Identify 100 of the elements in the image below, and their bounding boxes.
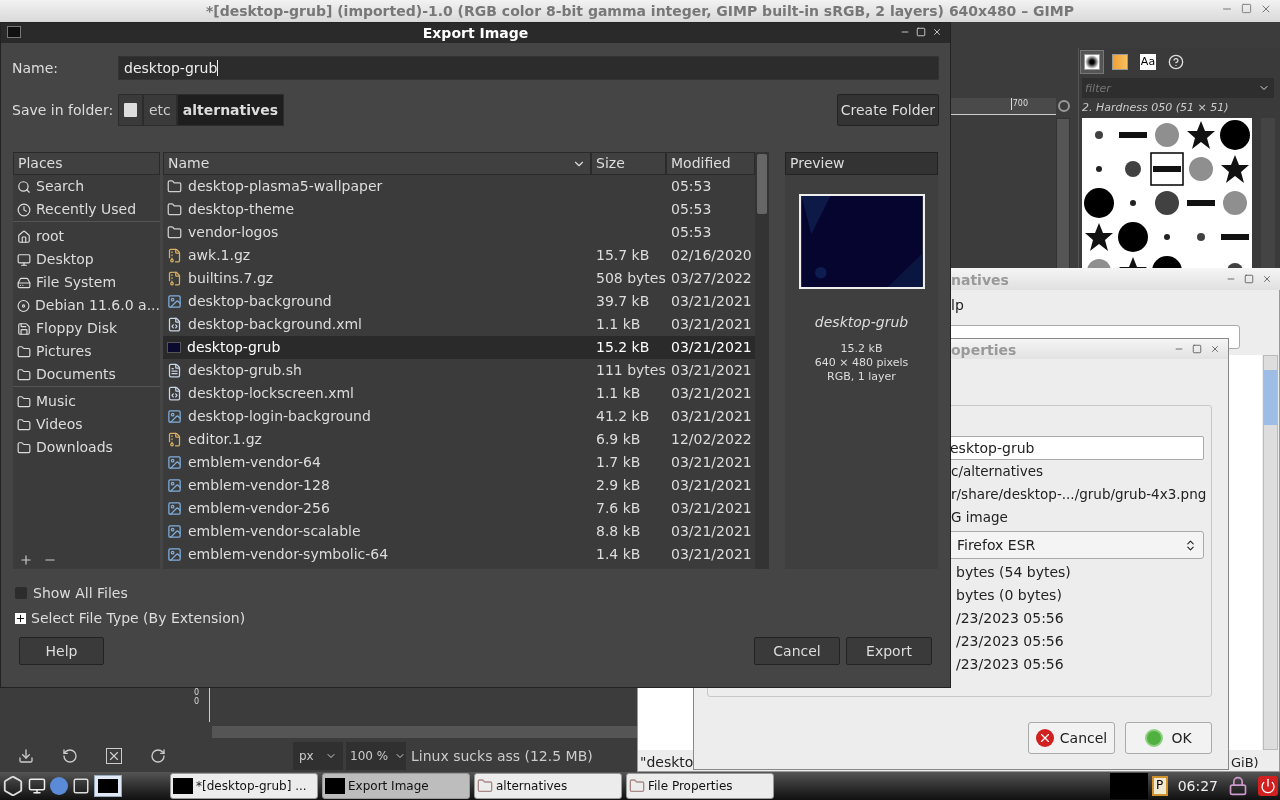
file-row[interactable]: emblem-vendor-64 1.7 kB 03/21/2021 (163, 451, 756, 474)
place-item[interactable]: Downloads (13, 436, 160, 459)
ok-icon (1145, 729, 1164, 747)
taskbar-button[interactable]: alternatives (474, 773, 622, 799)
close-icon[interactable] (1262, 274, 1272, 284)
file-row[interactable]: desktop-grub 15.2 kB 03/21/2021 (163, 336, 756, 359)
add-icon[interactable] (19, 553, 33, 567)
checkbox[interactable] (15, 587, 27, 599)
vertical-scrollbar[interactable] (1263, 355, 1278, 750)
create-folder-button[interactable]: Create Folder (836, 94, 939, 126)
column-header[interactable]: Places (13, 152, 160, 175)
file-row[interactable]: desktop-lockscreen.xml 1.1 kB 03/21/2021 (163, 382, 756, 405)
file-name: emblem-vendor-scalable (188, 522, 361, 541)
export-button[interactable]: Export (846, 637, 932, 665)
image-icon (167, 524, 182, 539)
start-menu-icon[interactable] (2, 775, 24, 797)
path-button[interactable]: etc (143, 94, 177, 126)
file-row[interactable]: desktop-grub.sh 111 bytes 03/21/2021 (163, 359, 756, 382)
place-item[interactable]: Videos (13, 413, 160, 436)
place-item[interactable]: Debian 11.6.0 a... (13, 294, 160, 317)
place-item[interactable]: root (13, 225, 160, 248)
file-row[interactable]: desktop-background 39.7 kB 03/21/2021 (163, 290, 756, 313)
file-size: 7.6 kB (596, 500, 641, 516)
desktop-icon[interactable] (28, 777, 46, 795)
clock[interactable]: 06:27 (1171, 775, 1224, 797)
file-row[interactable]: awk.1.gz 15.7 kB 02/16/2020 (163, 244, 756, 267)
menu-item[interactable]: lp (951, 295, 964, 316)
delete-icon[interactable] (106, 748, 122, 764)
maximize-icon[interactable] (1192, 344, 1202, 354)
file-name: builtins.7.gz (188, 269, 274, 288)
file-row[interactable]: emblem-vendor-256 7.6 kB 03/21/2021 (163, 497, 756, 520)
image-icon (167, 547, 182, 562)
taskbar-button[interactable]: Export Image (322, 773, 470, 799)
cancel-button[interactable]: Cancel (1028, 722, 1115, 754)
dock-tab[interactable] (1080, 50, 1104, 74)
filter-field[interactable]: filter (1082, 78, 1274, 98)
vertical-scrollbar[interactable] (1056, 118, 1070, 270)
zoom-dropdown[interactable]: 100 % (346, 742, 406, 770)
unit-dropdown[interactable]: px (293, 742, 343, 770)
gimp-launcher-icon[interactable] (94, 775, 122, 797)
place-item[interactable]: Floppy Disk (13, 317, 160, 340)
column-header[interactable]: Name (163, 152, 591, 175)
file-row[interactable]: desktop-login-background 41.2 kB 03/21/2021 (163, 405, 756, 428)
vertical-scrollbar[interactable] (755, 152, 770, 569)
reset-icon[interactable] (150, 748, 166, 764)
path-button[interactable]: alternatives (176, 94, 284, 126)
place-item[interactable]: Documents (13, 363, 160, 386)
place-item[interactable]: Recently Used (13, 198, 160, 221)
file-row[interactable]: emblem-vendor-symbolic-64 1.4 kB 03/21/2021 (163, 543, 756, 566)
drive-path-button[interactable] (118, 94, 143, 126)
column-header[interactable]: Modified (666, 152, 756, 175)
maximize-icon[interactable] (1241, 3, 1252, 14)
close-icon[interactable] (1210, 344, 1220, 354)
power-icon[interactable] (1258, 776, 1278, 796)
help-button[interactable]: Help (19, 637, 104, 665)
window-title: *[desktop-grub] (imported)-1.0 (RGB color 8-bit gamma integer, GIMP built-in sRGB, 2 layers) 640x480 – GIMP (206, 1, 1074, 21)
text-file-icon (167, 363, 182, 378)
place-item[interactable]: Search (13, 175, 160, 198)
file-row[interactable]: desktop-plasma5-wallpaper 05:53 (163, 175, 756, 198)
file-row[interactable]: emblem-vendor-scalable 8.8 kB 03/21/2021 (163, 520, 756, 543)
clipboard-icon[interactable]: P (1151, 776, 1168, 796)
undo-icon[interactable] (62, 748, 78, 764)
column-header[interactable]: Size (591, 152, 666, 175)
place-item[interactable]: Desktop (13, 248, 160, 271)
file-date: 03/27/2022 (671, 270, 752, 286)
file-name: desktop-theme (188, 200, 295, 219)
taskbar-button[interactable]: File Properties (626, 773, 774, 799)
info-text: /23/2023 05:56 (956, 609, 1064, 628)
file-size: 15.7 kB (596, 247, 650, 263)
browser-icon[interactable] (50, 777, 68, 795)
place-item[interactable]: Music (13, 390, 160, 413)
cancel-button[interactable]: Cancel (754, 637, 840, 665)
code-file-icon (167, 386, 182, 401)
brush-grid-drawing[interactable] (1082, 118, 1252, 270)
close-icon[interactable] (932, 27, 942, 37)
name-field[interactable]: desktop-grub (118, 56, 939, 80)
vertical-scrollbar[interactable] (1261, 118, 1275, 268)
place-item[interactable]: Pictures (13, 340, 160, 363)
file-row[interactable]: emblem-vendor-128 2.9 kB 03/21/2021 (163, 474, 756, 497)
lock-screen-icon[interactable] (1228, 776, 1248, 796)
image-icon (167, 294, 182, 309)
file-row[interactable]: editor.1.gz 6.9 kB 12/02/2022 (163, 428, 756, 451)
image-thumbnail-icon (167, 342, 181, 353)
taskbar-button[interactable]: *[desktop-grub] ... (170, 773, 318, 799)
maximize-icon[interactable] (1244, 274, 1254, 284)
ok-button[interactable]: OK (1125, 722, 1212, 754)
file-row[interactable]: vendor-logos 05:53 (163, 221, 756, 244)
close-icon[interactable] (1260, 3, 1272, 15)
navigate-icon[interactable] (1058, 100, 1070, 112)
file-row[interactable]: builtins.7.gz 508 bytes 03/27/2022 (163, 267, 756, 290)
file-row[interactable]: desktop-background.xml 1.1 kB 03/21/2021 (163, 313, 756, 336)
expander[interactable]: Select File Type (By Extension) (1, 608, 950, 628)
place-item[interactable]: File System (13, 271, 160, 294)
file-row[interactable]: desktop-theme 05:53 (163, 198, 756, 221)
horizontal-scrollbar[interactable] (212, 726, 637, 738)
drive-icon (124, 103, 137, 117)
windows-icon[interactable] (72, 777, 90, 795)
checkbox-label[interactable]: Show All Files (33, 582, 128, 604)
export-icon[interactable] (18, 748, 34, 764)
file-date: 03/21/2021 (671, 500, 752, 516)
